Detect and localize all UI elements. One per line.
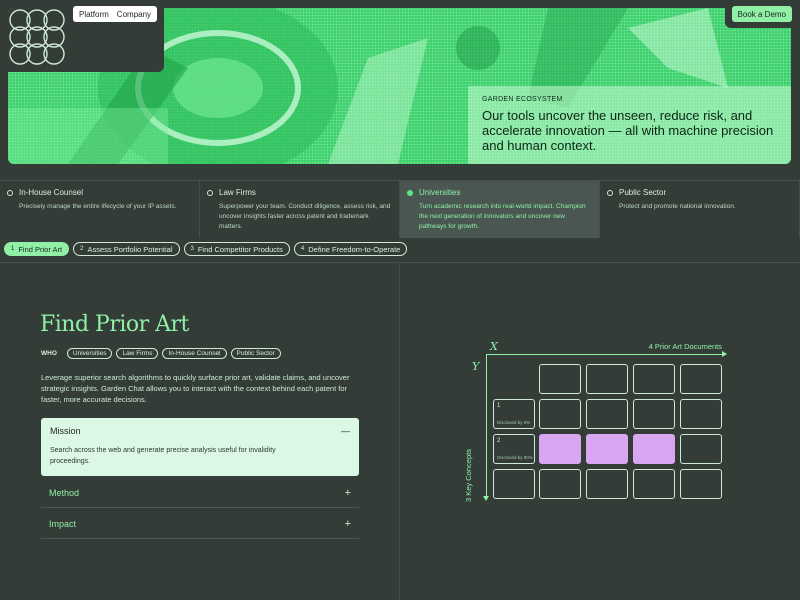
hero-eyebrow: GARDEN ECOSYSTEM	[482, 96, 563, 103]
accordion-impact[interactable]: Impact +	[41, 509, 359, 539]
book-demo-button[interactable]: Book a Demo	[731, 6, 792, 22]
arrow-right-icon	[722, 351, 727, 357]
accordion-title: Mission	[50, 426, 81, 436]
audience-tab-in-house-counsel[interactable]: In-House Counsel Precisely manage the en…	[0, 181, 200, 238]
audience-label: Public Sector	[619, 188, 667, 197]
nav-item-platform[interactable]: Platform	[79, 10, 109, 19]
hero-text: GARDEN ECOSYSTEM Our tools uncover the u…	[482, 96, 782, 153]
audience-tab-public-sector[interactable]: Public Sector Protect and promote nation…	[600, 181, 800, 238]
audience-desc: Superpower your team. Conduct diligence,…	[219, 203, 391, 230]
section-divider	[0, 262, 800, 263]
audience-label: Universities	[419, 188, 461, 197]
prior-art-matrix: X Y 4 Prior Art Documents 3 Key Concepts…	[460, 336, 740, 516]
collapse-icon[interactable]: —	[341, 426, 350, 436]
chip-law-firms: Law Firms	[116, 348, 159, 359]
step-find-prior-art[interactable]: 1 Find Prior Art	[4, 242, 70, 256]
accordion-method[interactable]: Method +	[41, 478, 359, 508]
matrix-cell	[539, 399, 581, 429]
page-title: Find Prior Art	[40, 312, 189, 337]
matrix-cell	[680, 364, 722, 394]
matrix-cell	[680, 399, 722, 429]
step-assess-portfolio-potential[interactable]: 2 Assess Portfolio Potential	[73, 242, 180, 256]
audience-label: Law Firms	[219, 188, 256, 197]
chip-public-sector: Public Sector	[230, 348, 281, 359]
expand-icon[interactable]: +	[345, 487, 351, 499]
garden-logo-icon[interactable]	[6, 6, 68, 68]
matrix-cell	[633, 364, 675, 394]
intro-text: Leverage superior search algorithms to q…	[41, 373, 350, 404]
step-define-freedom-to-operate[interactable]: 4 Define Freedom-to-Operate	[293, 242, 408, 256]
matrix-cell-highlighted	[539, 434, 581, 464]
nav-item-company[interactable]: Company	[117, 10, 151, 19]
row-label-1: 1 Disclosed by 0%	[493, 399, 535, 429]
accordion-mission[interactable]: Mission — Search across the web and gene…	[41, 418, 359, 476]
top-nav: Platform Company	[73, 6, 158, 22]
hero-headline: Our tools uncover the unseen, reduce ris…	[482, 108, 774, 153]
step-find-competitor-products[interactable]: 3 Find Competitor Products	[183, 242, 290, 256]
audience-label: In-House Counsel	[19, 188, 84, 197]
expand-icon[interactable]: +	[345, 518, 351, 530]
matrix-cell	[680, 434, 722, 464]
arrow-down-icon	[483, 496, 489, 501]
accordion-title: Method	[49, 487, 80, 498]
chip-universities: Universities	[66, 348, 113, 359]
audience-tabs: In-House Counsel Precisely manage the en…	[0, 180, 800, 238]
who-label: WHO	[41, 350, 57, 357]
chip-in-house-counsel: In-House Counsel	[162, 348, 227, 359]
matrix-cell	[633, 469, 675, 499]
row-label-2: 2 Disclosed by 80%	[493, 434, 535, 464]
x-axis-label: X	[490, 340, 498, 353]
matrix-cell-highlighted	[586, 434, 628, 464]
radio-icon	[607, 189, 613, 196]
audience-desc: Protect and promote national innovation.	[619, 203, 736, 210]
y-axis-label: Y	[472, 360, 480, 373]
column-divider	[399, 262, 400, 600]
matrix-cell	[539, 469, 581, 499]
matrix-cell	[493, 469, 535, 499]
hero-banner: GARDEN ECOSYSTEM Our tools uncover the u…	[8, 8, 791, 164]
use-case-steps: 1 Find Prior Art 2 Assess Portfolio Potent…	[4, 242, 408, 256]
audience-tab-universities[interactable]: Universities Turn academic research into…	[400, 181, 600, 238]
y-axis-line	[486, 354, 487, 499]
audience-desc: Turn academic research into real-world i…	[419, 203, 586, 230]
accordion-body: Search across the web and generate preci…	[50, 447, 276, 465]
matrix-cell-highlighted	[633, 434, 675, 464]
audience-desc: Precisely manage the entire lifecycle of…	[19, 203, 177, 210]
radio-selected-icon	[407, 189, 413, 196]
x-count-label: 4 Prior Art Documents	[648, 342, 722, 351]
x-axis-line	[486, 354, 726, 355]
audience-tab-law-firms[interactable]: Law Firms Superpower your team. Conduct …	[200, 181, 400, 238]
matrix-cell	[539, 364, 581, 394]
matrix-cell	[586, 364, 628, 394]
matrix-cell	[586, 469, 628, 499]
matrix-cell	[586, 399, 628, 429]
accordion-title: Impact	[49, 518, 77, 529]
who-chips: WHO Universities Law Firms In-House Coun…	[41, 348, 281, 359]
radio-icon	[7, 189, 13, 196]
radio-icon	[207, 189, 213, 196]
matrix-cell	[633, 399, 675, 429]
matrix-cell	[680, 469, 722, 499]
y-count-label: 3 Key Concepts	[464, 449, 473, 502]
